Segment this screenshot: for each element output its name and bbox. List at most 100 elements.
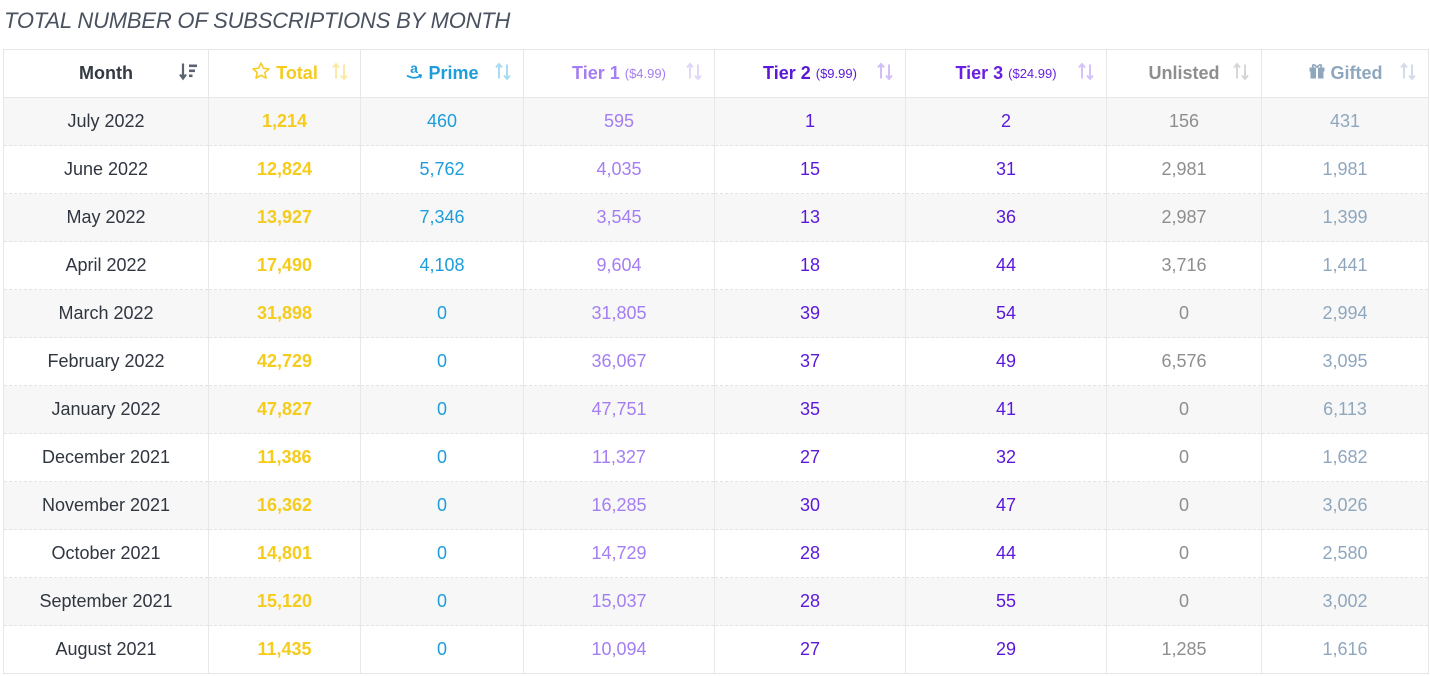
- tier1-price: ($4.99): [624, 66, 666, 81]
- cell-prime: 0: [360, 337, 524, 386]
- cell-prime: 0: [360, 577, 524, 626]
- star-icon: [251, 61, 271, 86]
- cell-prime: 0: [360, 529, 524, 578]
- column-header-label: Tier 2: [763, 63, 811, 83]
- sort-icon[interactable]: [1398, 61, 1418, 86]
- sort-icon[interactable]: [684, 61, 704, 86]
- cell-tier1: 9,604: [523, 241, 715, 290]
- tier3-price: ($24.99): [1008, 66, 1057, 81]
- column-header-label: Prime: [428, 63, 479, 83]
- table-row: August 2021 11,435 0 10,094 27 29 1,285 1,616: [3, 625, 1429, 674]
- cell-total: 16,362: [208, 481, 361, 530]
- sort-icon[interactable]: [493, 61, 513, 86]
- cell-month: November 2021: [3, 481, 209, 530]
- cell-prime: 7,346: [360, 193, 524, 242]
- sort-icon[interactable]: [875, 61, 895, 86]
- cell-total: 17,490: [208, 241, 361, 290]
- cell-tier3: 55: [905, 577, 1107, 626]
- cell-gifted: 1,441: [1261, 241, 1429, 290]
- cell-month: March 2022: [3, 289, 209, 338]
- cell-prime: 0: [360, 433, 524, 482]
- cell-prime: 0: [360, 481, 524, 530]
- cell-unlisted: 0: [1106, 529, 1262, 578]
- cell-tier3: 2: [905, 97, 1107, 146]
- cell-unlisted: 2,981: [1106, 145, 1262, 194]
- column-header-tier2[interactable]: Tier 2 ($9.99): [714, 49, 906, 98]
- cell-month: July 2022: [3, 97, 209, 146]
- cell-month: September 2021: [3, 577, 209, 626]
- column-header-label: Month: [79, 63, 133, 83]
- cell-tier1: 47,751: [523, 385, 715, 434]
- column-header-tier3[interactable]: Tier 3 ($24.99): [905, 49, 1107, 98]
- cell-month: October 2021: [3, 529, 209, 578]
- column-header-gifted[interactable]: Gifted: [1261, 49, 1429, 98]
- cell-unlisted: 0: [1106, 385, 1262, 434]
- cell-tier2: 37: [714, 337, 906, 386]
- cell-tier1: 31,805: [523, 289, 715, 338]
- sort-icon[interactable]: [1076, 61, 1096, 86]
- cell-tier2: 27: [714, 625, 906, 674]
- cell-tier1: 4,035: [523, 145, 715, 194]
- tier2-price: ($9.99): [815, 66, 857, 81]
- table-header-row: Month Total a Prime Tier 1 ($4.99) Tier …: [3, 49, 1429, 98]
- cell-gifted: 3,095: [1261, 337, 1429, 386]
- cell-tier1: 595: [523, 97, 715, 146]
- cell-prime: 460: [360, 97, 524, 146]
- cell-tier1: 3,545: [523, 193, 715, 242]
- page-title: TOTAL NUMBER OF SUBSCRIPTIONS BY MONTH: [4, 8, 511, 33]
- cell-unlisted: 0: [1106, 289, 1262, 338]
- cell-prime: 5,762: [360, 145, 524, 194]
- table-row: July 2022 1,214 460 595 1 2 156 431: [3, 97, 1429, 146]
- cell-unlisted: 3,716: [1106, 241, 1262, 290]
- cell-tier2: 39: [714, 289, 906, 338]
- cell-tier2: 15: [714, 145, 906, 194]
- cell-unlisted: 6,576: [1106, 337, 1262, 386]
- cell-unlisted: 2,987: [1106, 193, 1262, 242]
- column-header-prime[interactable]: a Prime: [360, 49, 524, 98]
- cell-prime: 0: [360, 289, 524, 338]
- column-header-tier1[interactable]: Tier 1 ($4.99): [523, 49, 715, 98]
- subscriptions-table: Month Total a Prime Tier 1 ($4.99) Tier …: [3, 49, 1429, 674]
- cell-tier1: 15,037: [523, 577, 715, 626]
- cell-unlisted: 0: [1106, 433, 1262, 482]
- cell-gifted: 431: [1261, 97, 1429, 146]
- table-row: May 2022 13,927 7,346 3,545 13 36 2,987 1,399: [3, 193, 1429, 242]
- cell-tier1: 16,285: [523, 481, 715, 530]
- cell-gifted: 6,113: [1261, 385, 1429, 434]
- cell-total: 14,801: [208, 529, 361, 578]
- cell-total: 47,827: [208, 385, 361, 434]
- cell-tier2: 35: [714, 385, 906, 434]
- column-header-unlisted[interactable]: Unlisted: [1106, 49, 1262, 98]
- cell-tier2: 30: [714, 481, 906, 530]
- column-header-total[interactable]: Total: [208, 49, 361, 98]
- cell-month: August 2021: [3, 625, 209, 674]
- sort-descending-icon[interactable]: [178, 61, 198, 86]
- cell-month: February 2022: [3, 337, 209, 386]
- column-header-month[interactable]: Month: [3, 49, 209, 98]
- cell-total: 11,386: [208, 433, 361, 482]
- sort-icon[interactable]: [330, 61, 350, 86]
- table-row: April 2022 17,490 4,108 9,604 18 44 3,716 1,441: [3, 241, 1429, 290]
- cell-tier3: 36: [905, 193, 1107, 242]
- cell-tier2: 27: [714, 433, 906, 482]
- gift-icon: [1308, 62, 1326, 85]
- cell-month: January 2022: [3, 385, 209, 434]
- column-header-label: Unlisted: [1148, 63, 1220, 83]
- cell-prime: 4,108: [360, 241, 524, 290]
- subscriptions-table-container: Month Total a Prime Tier 1 ($4.99) Tier …: [3, 49, 1429, 674]
- cell-tier3: 41: [905, 385, 1107, 434]
- amazon-icon: a: [405, 60, 423, 86]
- cell-tier3: 32: [905, 433, 1107, 482]
- cell-gifted: 1,981: [1261, 145, 1429, 194]
- cell-tier2: 28: [714, 577, 906, 626]
- cell-month: May 2022: [3, 193, 209, 242]
- column-header-label: Tier 1: [572, 63, 620, 83]
- cell-unlisted: 0: [1106, 481, 1262, 530]
- cell-tier3: 31: [905, 145, 1107, 194]
- sort-icon[interactable]: [1231, 61, 1251, 86]
- cell-tier3: 44: [905, 529, 1107, 578]
- cell-tier3: 29: [905, 625, 1107, 674]
- cell-tier1: 10,094: [523, 625, 715, 674]
- table-row: February 2022 42,729 0 36,067 37 49 6,576 3,095: [3, 337, 1429, 386]
- table-row: September 2021 15,120 0 15,037 28 55 0 3,002: [3, 577, 1429, 626]
